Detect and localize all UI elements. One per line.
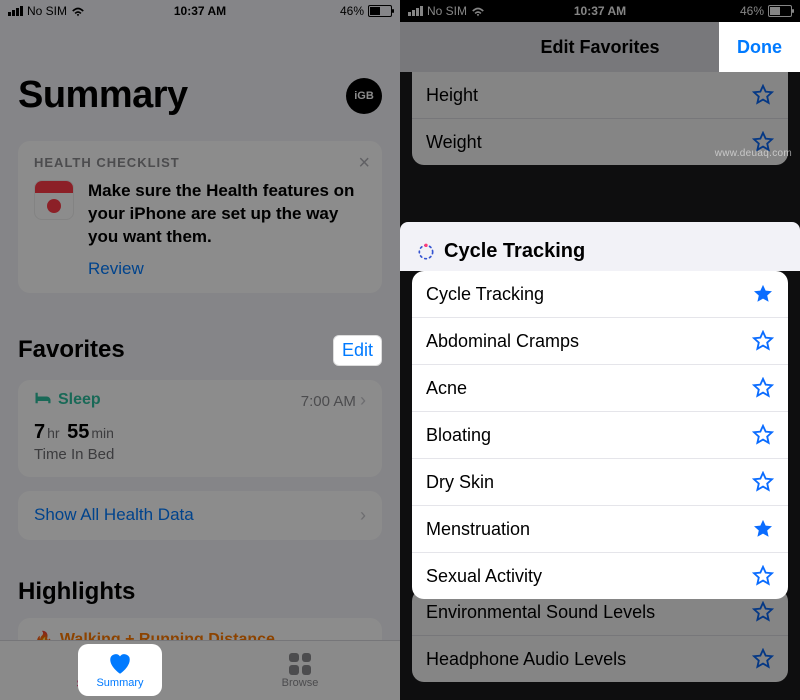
sleep-value: 7hr 55min (34, 421, 366, 444)
list-item[interactable]: Dry Skin (412, 459, 788, 506)
list-item-label: Weight (426, 132, 482, 153)
signal-icon (8, 6, 23, 16)
list-item-label: Abdominal Cramps (426, 331, 579, 352)
favorite-star-icon[interactable] (752, 648, 774, 670)
list-group-cycle: Cycle Tracking Abdominal Cramps Acne Bloati… (412, 271, 788, 599)
list-item[interactable]: Bloating (412, 412, 788, 459)
health-checklist-card[interactable]: HEALTH CHECKLIST × Make sure the Health … (18, 141, 382, 293)
list-item-label: Headphone Audio Levels (426, 649, 626, 670)
tab-summary-highlight[interactable]: Summary (78, 644, 162, 696)
favorites-title: Favorites (18, 336, 125, 364)
wifi-icon (471, 6, 485, 16)
sheet-title: Edit Favorites (540, 37, 659, 58)
done-button[interactable]: Done (719, 22, 800, 72)
sleep-label: Sleep (34, 391, 101, 410)
carrier-label: No SIM (27, 4, 67, 18)
favorite-star-icon[interactable] (752, 601, 774, 623)
favorite-star-icon[interactable] (752, 330, 774, 352)
tab-bar: Summary Browse (0, 640, 400, 700)
list-item-label: Environmental Sound Levels (426, 602, 655, 623)
wifi-icon (71, 6, 85, 16)
tab-browse[interactable]: Browse (200, 641, 400, 700)
favorite-star-icon[interactable] (752, 471, 774, 493)
heart-icon (107, 651, 133, 675)
favorite-star-icon[interactable] (752, 84, 774, 106)
favorite-star-icon[interactable] (752, 424, 774, 446)
chevron-right-icon: › (360, 390, 366, 410)
right-screenshot: No SIM 10:37 AM 46% Edit Favorites Heigh… (400, 0, 800, 700)
favorite-star-icon[interactable] (752, 565, 774, 587)
avatar[interactable]: iGB (346, 78, 382, 114)
sleep-subtitle: Time In Bed (34, 446, 366, 463)
close-icon[interactable]: × (358, 153, 370, 173)
edit-button[interactable]: Edit (333, 335, 382, 366)
sleep-time: 7:00 AM (301, 393, 356, 410)
favorite-star-icon[interactable] (752, 377, 774, 399)
list-item-label: Sexual Activity (426, 566, 542, 587)
list-item-label: Dry Skin (426, 472, 494, 493)
battery-percent: 46% (340, 4, 364, 18)
left-screenshot: No SIM 10:37 AM 46% Summary iGB HEALTH C… (0, 0, 400, 700)
list-item[interactable]: Menstruation (412, 506, 788, 553)
checklist-text: Make sure the Health features on your iP… (88, 180, 366, 249)
list-item-label: Bloating (426, 425, 491, 446)
section-cycle-tracking: Cycle Tracking (400, 222, 800, 271)
checklist-title: HEALTH CHECKLIST (34, 155, 366, 170)
grid-icon (289, 653, 311, 675)
clock: 10:37 AM (536, 4, 664, 18)
list-group-hearing: Environmental Sound Levels Headphone Audi… (412, 589, 788, 682)
show-all-health-data[interactable]: Show All Health Data › (18, 491, 382, 540)
battery-icon (768, 5, 792, 17)
checklist-icon (34, 180, 74, 220)
clock: 10:37 AM (136, 4, 264, 18)
carrier-label: No SIM (427, 4, 467, 18)
signal-icon (408, 6, 423, 16)
highlights-title: Highlights (18, 578, 382, 606)
battery-percent: 46% (740, 4, 764, 18)
favorite-star-icon[interactable] (752, 283, 774, 305)
page-title: Summary (18, 74, 188, 117)
favorite-star-icon[interactable] (752, 518, 774, 540)
cycle-tracking-icon (416, 242, 436, 262)
list-item-label: Menstruation (426, 519, 530, 540)
chevron-right-icon: › (360, 505, 366, 526)
list-item-label: Cycle Tracking (426, 284, 544, 305)
battery-icon (368, 5, 392, 17)
watermark: www.deuaq.com (715, 148, 792, 159)
status-bar: No SIM 10:37 AM 46% (400, 0, 800, 22)
list-item[interactable]: Acne (412, 365, 788, 412)
list-item[interactable]: Headphone Audio Levels (412, 636, 788, 682)
list-item-label: Acne (426, 378, 467, 399)
list-item-label: Height (426, 85, 478, 106)
review-link[interactable]: Review (88, 259, 144, 279)
sleep-card[interactable]: Sleep 7:00 AM › 7hr 55min Time In Bed (18, 380, 382, 477)
bed-icon (34, 391, 52, 410)
list-item[interactable]: Abdominal Cramps (412, 318, 788, 365)
list-item[interactable]: Height (412, 72, 788, 119)
status-bar: No SIM 10:37 AM 46% (0, 0, 400, 22)
list-item[interactable]: Cycle Tracking (412, 271, 788, 318)
list-item[interactable]: Sexual Activity (412, 553, 788, 599)
